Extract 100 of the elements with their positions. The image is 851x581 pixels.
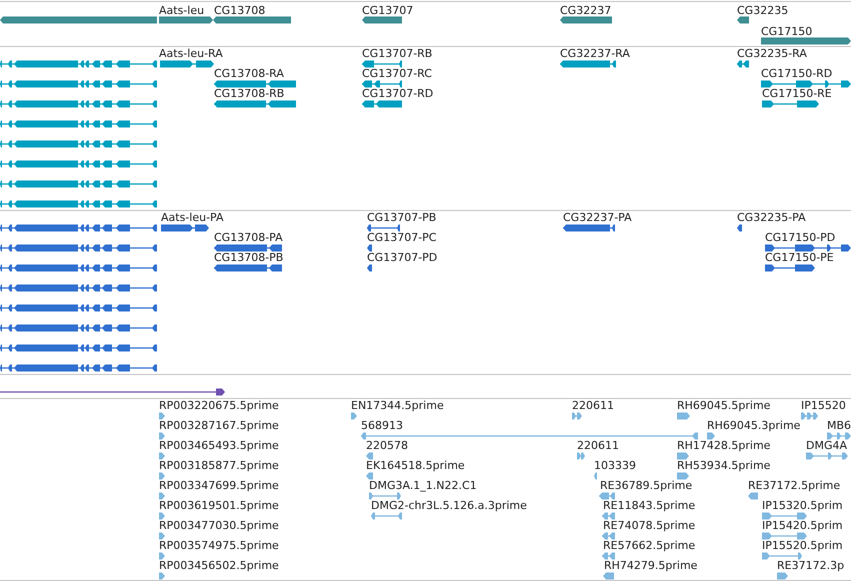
est-glyph[interactable] [159,471,165,481]
est-glyph[interactable] [602,551,615,561]
est-glyph[interactable] [577,451,585,461]
est-glyph[interactable] [159,451,165,461]
gene-bar[interactable] [159,15,213,25]
feature-label: RP003574975.5prime [159,539,279,552]
est-glyph[interactable] [351,411,357,421]
feature-label: RE37172.3p [777,559,844,572]
est-glyph[interactable] [707,431,715,441]
transcript-glyph[interactable] [762,99,819,109]
transcript-glyph[interactable] [761,79,851,89]
est-glyph[interactable] [159,431,165,441]
feature-label: Aats-leu [159,4,204,17]
feature-label: DMG3A.1_1.N22.C1 [369,479,477,492]
protein-glyph[interactable] [765,263,815,273]
est-glyph[interactable] [361,431,698,441]
feature-label: RE11843.5prime [603,499,696,512]
transcript-glyph[interactable] [737,59,749,69]
feature-label: CG13708 [214,4,266,17]
est-glyph[interactable] [572,411,582,421]
feature-label: CG13708-PB [214,251,284,264]
protein-glyph[interactable] [0,303,157,313]
gene-bar[interactable] [362,15,402,25]
protein-glyph[interactable] [161,223,209,233]
protein-glyph[interactable] [0,263,157,273]
feature-label: CG13708-PA [214,231,283,244]
transcript-glyph[interactable] [362,59,402,69]
est-glyph[interactable] [159,531,165,541]
est-glyph[interactable] [677,471,689,481]
est-glyph[interactable] [801,411,818,421]
est-glyph[interactable] [371,511,402,521]
est-glyph[interactable] [366,451,373,461]
est-glyph[interactable] [159,491,165,501]
feature-label: 103339 [594,459,636,472]
est-glyph[interactable] [777,571,788,581]
est-glyph[interactable] [159,571,165,581]
est-glyph[interactable] [599,491,615,501]
transcript-glyph[interactable] [214,99,296,109]
transcript-glyph[interactable] [0,119,157,129]
est-glyph[interactable] [602,531,615,541]
feature-label: DMG2-chr3L.5.126.a.3prime [371,499,527,512]
est-glyph[interactable] [594,471,597,481]
feature-label: CG13708-RA [214,67,284,80]
feature-label: RP003287167.5prime [159,419,279,432]
est-glyph[interactable] [762,531,807,541]
feature-label: CG13707-PB [367,211,436,224]
est-glyph[interactable] [677,411,690,421]
protein-glyph[interactable] [0,363,157,373]
transcript-glyph[interactable] [0,179,157,189]
protein-glyph[interactable] [765,243,851,253]
transcript-glyph[interactable] [560,59,616,69]
gene-bar[interactable] [560,15,612,25]
feature-label: RP003456502.5prime [159,559,279,572]
protein-glyph[interactable] [0,323,157,333]
est-glyph[interactable] [827,431,851,441]
transcript-glyph[interactable] [362,99,402,109]
protein-glyph[interactable] [367,223,400,233]
feature-label: RP003220675.5prime [159,399,279,412]
transcript-glyph[interactable] [160,59,214,69]
gene-bar[interactable] [213,15,291,25]
transcript-glyph[interactable] [0,139,157,149]
est-glyph[interactable] [369,491,401,501]
est-glyph[interactable] [762,551,802,561]
feature-label: CG17150-RE [762,87,832,100]
contig-arrow[interactable] [0,387,225,397]
feature-label: CG13707-PD [367,251,438,264]
est-glyph[interactable] [677,451,689,461]
feature-label: RE36789.5prime [600,479,692,492]
protein-glyph[interactable] [0,223,157,233]
est-glyph[interactable] [603,571,614,581]
protein-glyph[interactable] [0,343,157,353]
transcript-glyph[interactable] [0,79,157,89]
transcript-glyph[interactable] [0,199,157,209]
protein-glyph[interactable] [0,283,157,293]
protein-glyph[interactable] [214,263,282,273]
feature-label: RH53934.5prime [677,459,770,472]
est-glyph[interactable] [806,451,851,461]
est-glyph[interactable] [602,511,615,521]
transcript-glyph[interactable] [362,79,402,89]
gene-bar[interactable] [737,15,749,25]
est-glyph[interactable] [159,411,165,421]
protein-glyph[interactable] [367,243,372,253]
protein-glyph[interactable] [367,263,372,273]
est-glyph[interactable] [762,511,807,521]
protein-glyph[interactable] [737,223,742,233]
feature-label: CG17150-PE [765,251,834,264]
est-glyph[interactable] [159,551,165,561]
est-glyph[interactable] [366,471,373,481]
transcript-glyph[interactable] [214,79,296,89]
transcript-glyph[interactable] [0,159,157,169]
protein-glyph[interactable] [0,243,157,253]
est-glyph[interactable] [748,491,758,501]
gene-bar[interactable] [0,15,157,25]
protein-glyph[interactable] [214,243,282,253]
transcript-glyph[interactable] [0,59,157,69]
protein-glyph[interactable] [563,223,615,233]
feature-label: CG13707 [362,4,414,17]
transcript-glyph[interactable] [0,99,157,109]
est-glyph[interactable] [159,511,165,521]
gene-bar[interactable] [761,36,851,46]
